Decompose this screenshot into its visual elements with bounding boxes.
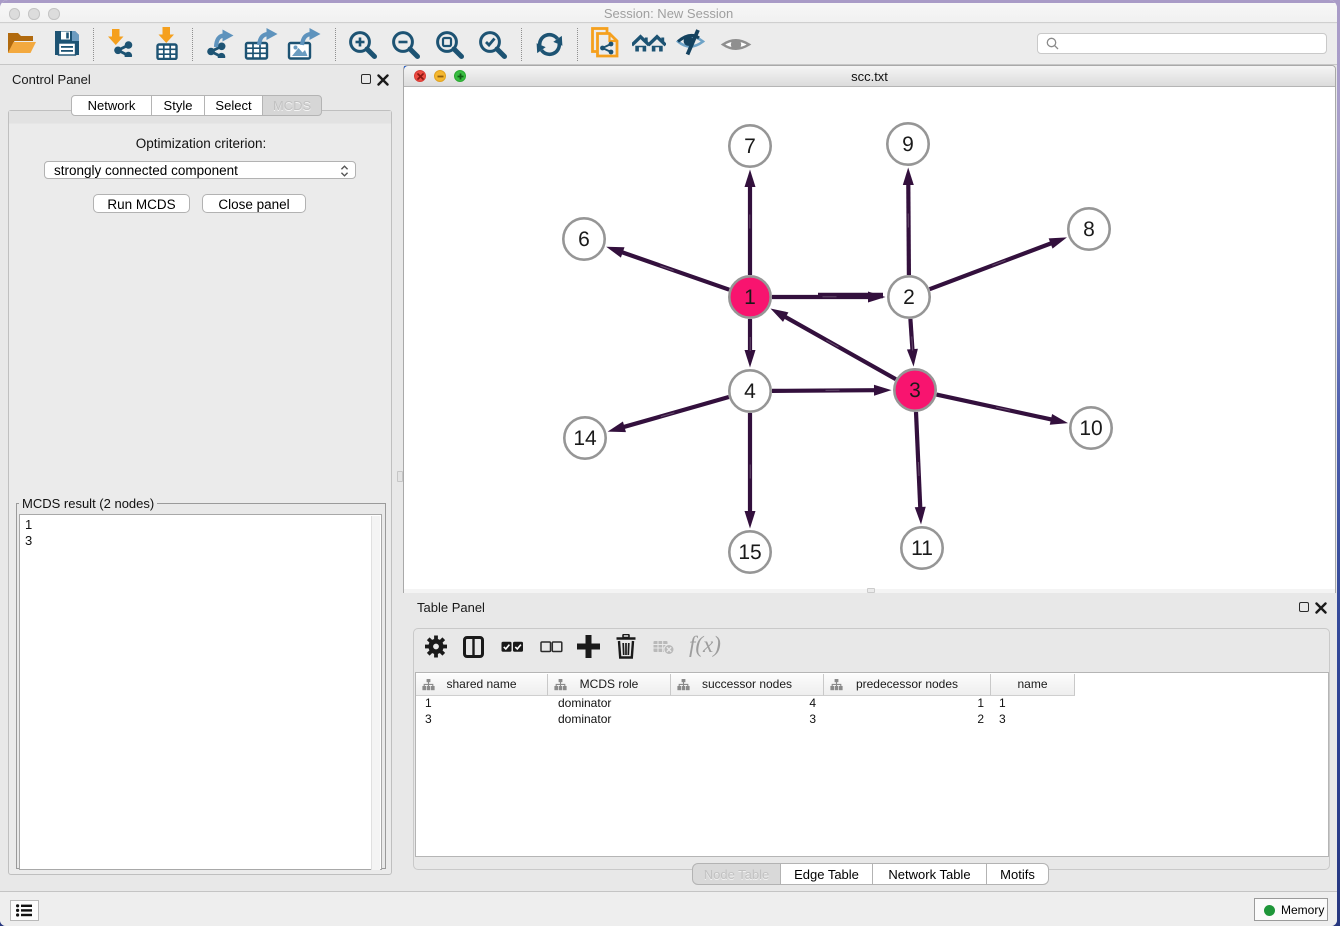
svg-text:9: 9 (902, 133, 914, 156)
svg-text:10: 10 (1079, 417, 1102, 440)
svg-text:2: 2 (903, 286, 915, 309)
svg-text:11: 11 (911, 537, 933, 560)
svg-text:15: 15 (738, 541, 761, 564)
svg-text:1: 1 (744, 286, 756, 309)
svg-text:8: 8 (1083, 218, 1095, 241)
svg-text:3: 3 (909, 379, 921, 402)
svg-text:7: 7 (744, 135, 756, 158)
svg-text:4: 4 (744, 380, 756, 403)
svg-text:6: 6 (578, 228, 590, 251)
svg-text:14: 14 (573, 427, 597, 450)
